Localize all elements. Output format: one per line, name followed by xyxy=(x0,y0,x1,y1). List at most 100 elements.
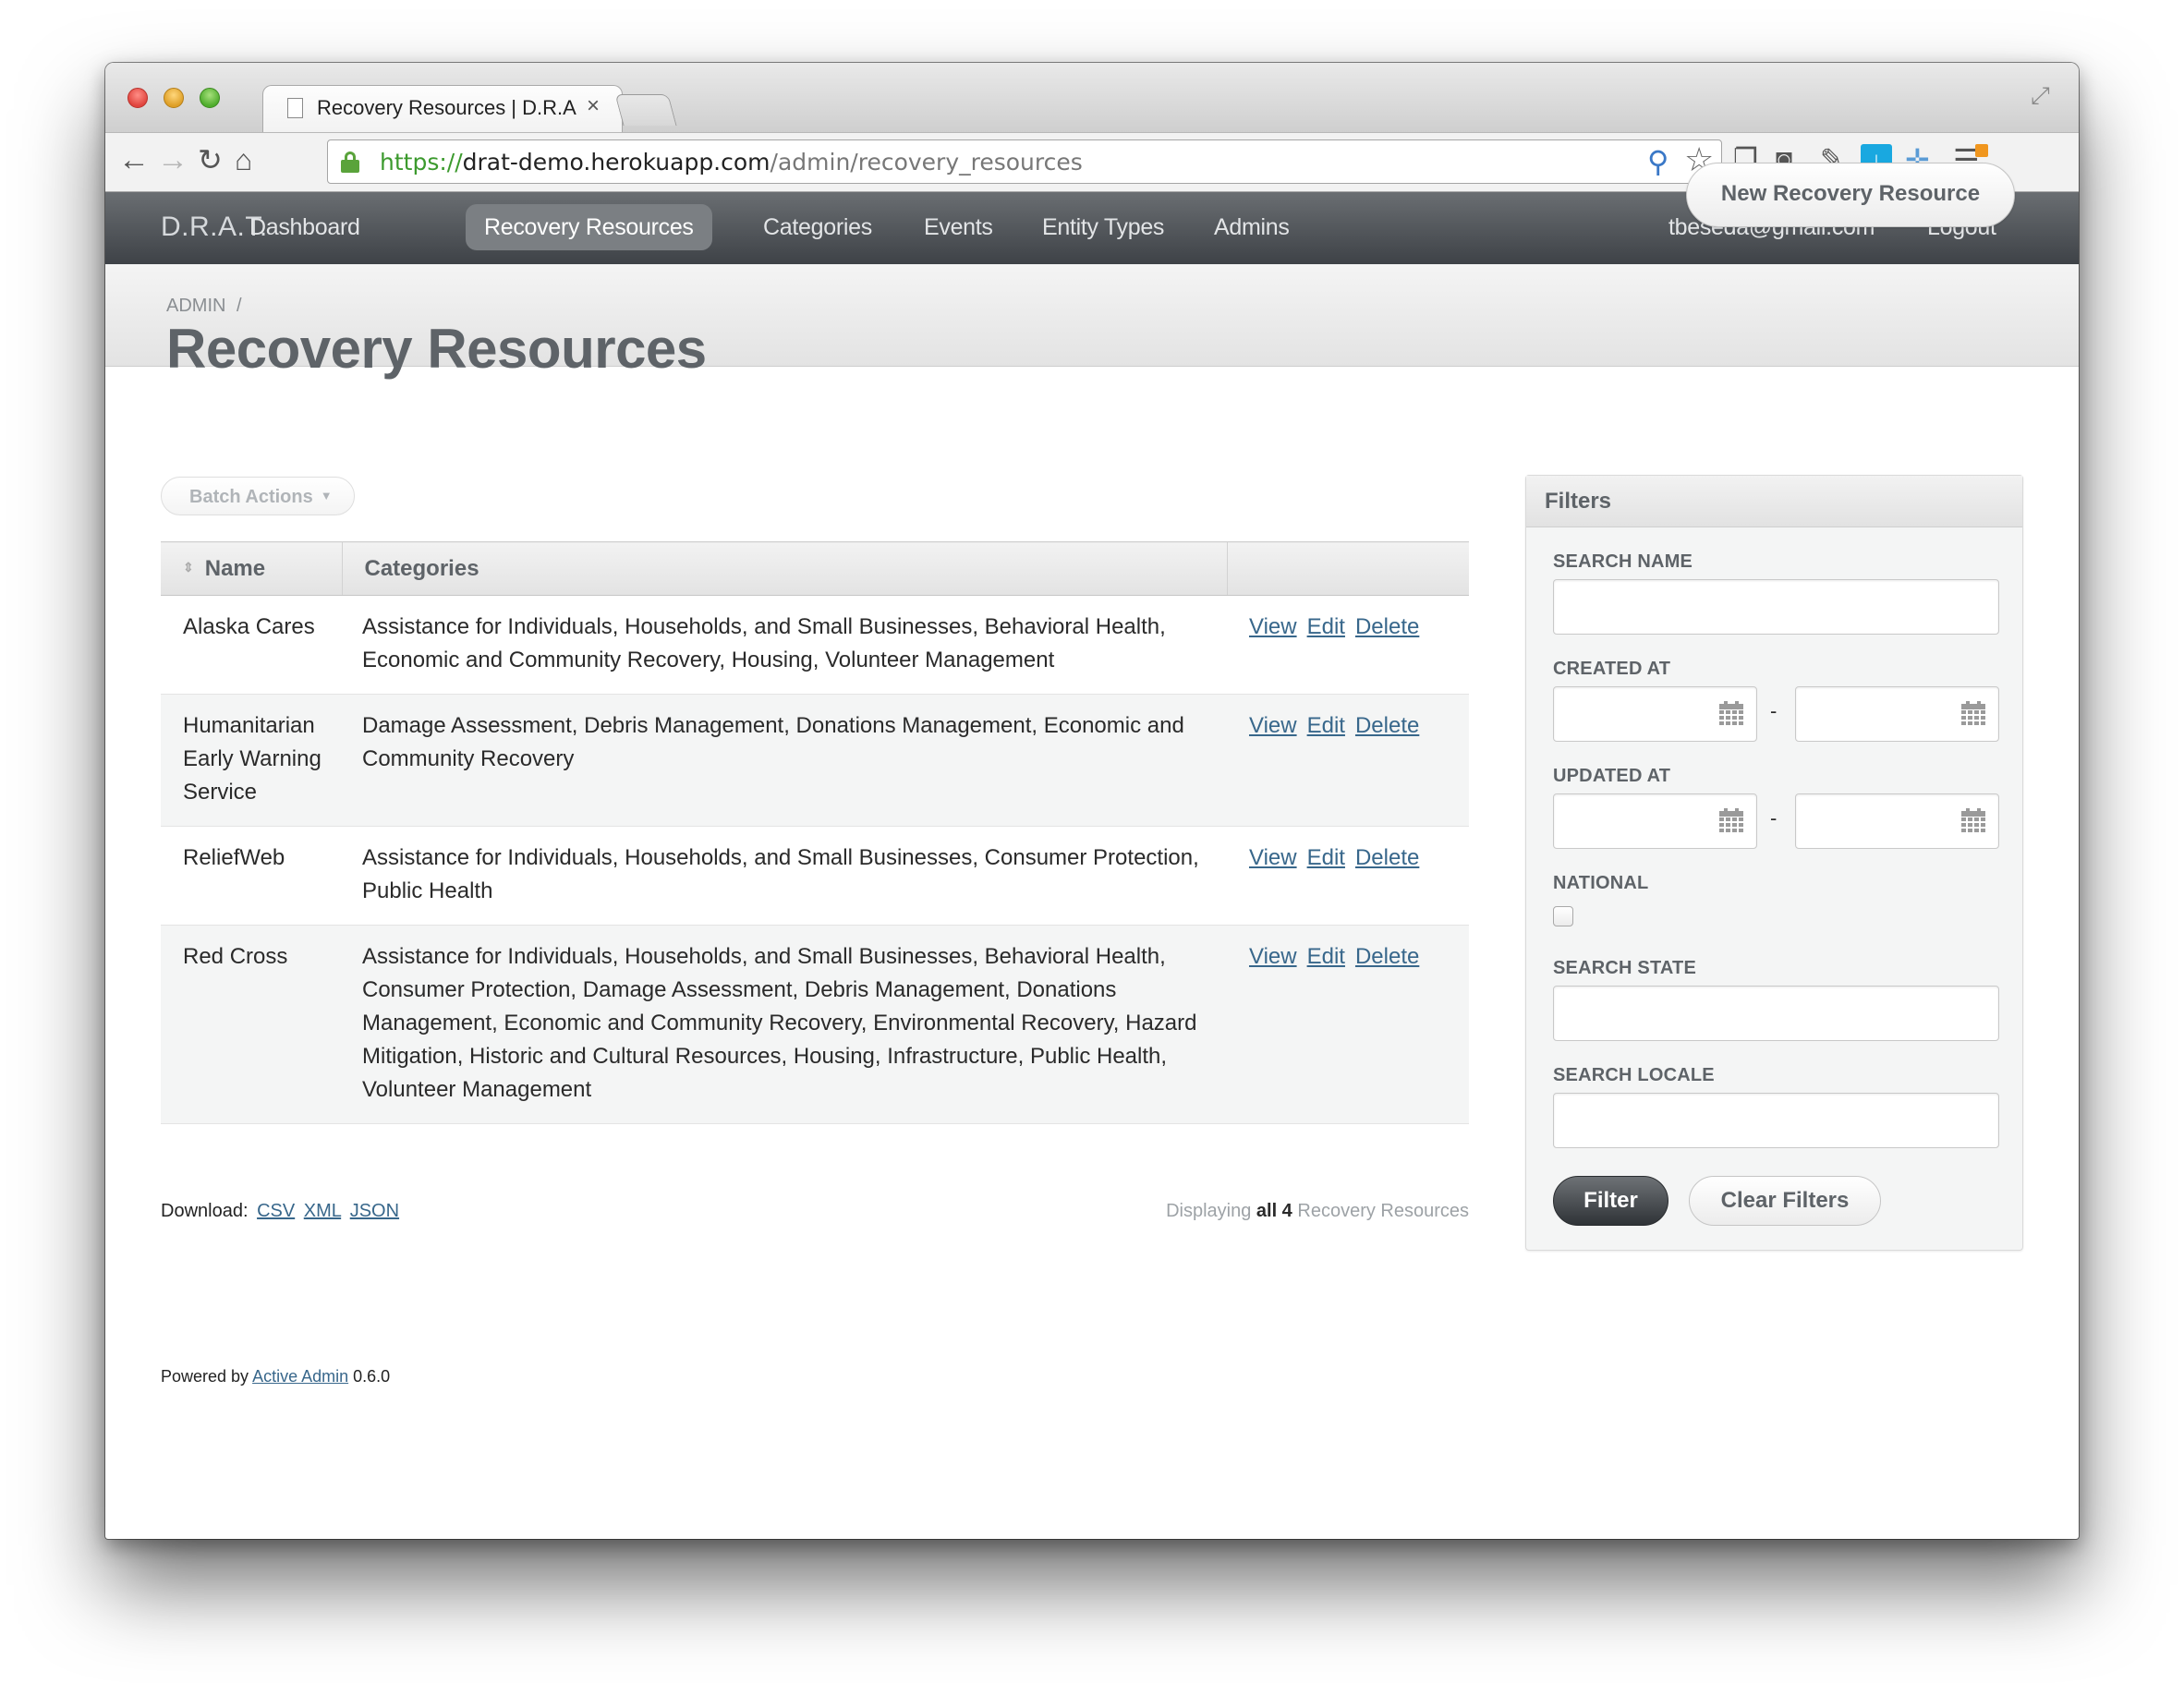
actions-column-header xyxy=(1227,541,1469,596)
footer: Powered by Active Admin 0.6.0 xyxy=(161,1367,391,1386)
created-at-label: CREATED AT xyxy=(1553,659,1671,679)
date-range-separator: - xyxy=(1770,699,1778,722)
title-bar: ADMIN / Recovery Resources xyxy=(105,264,2079,380)
table-row: Alaska Cares Assistance for Individuals,… xyxy=(161,595,1469,695)
filters-panel: Filters SEARCH NAME CREATED AT - UPDATED… xyxy=(1525,475,2023,1251)
nav-events[interactable]: Events xyxy=(905,204,1012,250)
batch-actions-button[interactable]: Batch Actions ▼ xyxy=(161,477,355,515)
nav-entity-types[interactable]: Entity Types xyxy=(1024,204,1183,250)
resource-name: ReliefWeb xyxy=(161,826,342,926)
browser-tab[interactable]: Recovery Resources | D.R.A.T. × xyxy=(262,85,623,133)
table-row: ReliefWeb Assistance for Individuals, Ho… xyxy=(161,826,1469,926)
minimize-window-button[interactable] xyxy=(164,88,184,108)
pagination-info: Displaying all 4 Recovery Resources xyxy=(1166,1201,1469,1221)
reload-icon[interactable]: ↻ xyxy=(198,141,223,178)
page-title: Recovery Resources xyxy=(166,318,707,380)
back-icon[interactable]: ← xyxy=(118,141,150,178)
updated-at-to-input[interactable] xyxy=(1795,793,1999,849)
resource-name: Alaska Cares xyxy=(161,595,342,695)
resource-categories: Assistance for Individuals, Households, … xyxy=(342,826,1227,926)
download-links: Download: CSV XML JSON xyxy=(161,1201,399,1222)
view-link[interactable]: View xyxy=(1249,845,1297,870)
new-tab-button[interactable] xyxy=(614,94,677,126)
breadcrumb: ADMIN / xyxy=(166,296,242,317)
search-name-label: SEARCH NAME xyxy=(1553,551,1693,572)
national-checkbox[interactable] xyxy=(1553,906,1573,926)
batch-actions-label: Batch Actions xyxy=(189,487,313,507)
row-actions: View Edit Delete xyxy=(1227,925,1469,1124)
url-text: https://drat-demo.herokuapp.com/admin/re… xyxy=(380,149,1083,176)
lock-icon xyxy=(341,151,359,173)
search-locale-label: SEARCH LOCALE xyxy=(1553,1065,1715,1085)
download-csv-link[interactable]: CSV xyxy=(257,1201,295,1221)
national-label: NATIONAL xyxy=(1553,873,1649,893)
delete-link[interactable]: Delete xyxy=(1355,713,1419,738)
row-actions: View Edit Delete xyxy=(1227,694,1469,827)
edit-link[interactable]: Edit xyxy=(1307,845,1345,870)
nav-recovery-resources[interactable]: Recovery Resources xyxy=(466,204,712,250)
created-at-to-input[interactable] xyxy=(1795,686,1999,742)
filters-title: Filters xyxy=(1526,476,2022,527)
download-json-link[interactable]: JSON xyxy=(350,1201,399,1221)
caret-down-icon: ▼ xyxy=(320,489,333,502)
download-xml-link[interactable]: XML xyxy=(304,1201,341,1221)
translate-icon[interactable]: ⚲ xyxy=(1647,144,1668,179)
page-icon xyxy=(287,98,303,118)
table-row: Humanitarian Early Warning Service Damag… xyxy=(161,694,1469,827)
close-window-button[interactable] xyxy=(127,88,148,108)
view-link[interactable]: View xyxy=(1249,614,1297,639)
nav-categories[interactable]: Categories xyxy=(745,204,891,250)
tab-close-icon[interactable]: × xyxy=(587,93,600,119)
nav-admins[interactable]: Admins xyxy=(1195,204,1308,250)
table-row: Red Cross Assistance for Individuals, Ho… xyxy=(161,925,1469,1124)
resource-name: Red Cross xyxy=(161,925,342,1124)
row-actions: View Edit Delete xyxy=(1227,595,1469,695)
search-state-label: SEARCH STATE xyxy=(1553,958,1696,978)
breadcrumb-separator: / xyxy=(237,296,242,316)
browser-window: Recovery Resources | D.R.A.T. × ⤢ ← → ↻ … xyxy=(105,63,2079,1539)
row-actions: View Edit Delete xyxy=(1227,826,1469,926)
warning-badge-icon xyxy=(1975,144,1988,157)
home-icon[interactable]: ⌂ xyxy=(235,141,252,178)
updated-at-from-input[interactable] xyxy=(1553,793,1757,849)
resource-categories: Assistance for Individuals, Households, … xyxy=(342,925,1227,1124)
download-label: Download: xyxy=(161,1201,249,1221)
nav-dashboard[interactable]: Dashboard xyxy=(231,204,379,250)
tab-strip: Recovery Resources | D.R.A.T. × ⤢ xyxy=(105,63,2079,133)
delete-link[interactable]: Delete xyxy=(1355,845,1419,870)
search-name-input[interactable] xyxy=(1553,579,1999,635)
updated-at-label: UPDATED AT xyxy=(1553,766,1671,786)
calendar-icon[interactable] xyxy=(1719,701,1743,725)
search-state-input[interactable] xyxy=(1553,986,1999,1041)
clear-filters-button[interactable]: Clear Filters xyxy=(1689,1176,1881,1226)
edit-link[interactable]: Edit xyxy=(1307,614,1345,639)
address-bar[interactable]: https://drat-demo.herokuapp.com/admin/re… xyxy=(327,139,1722,184)
resource-categories: Assistance for Individuals, Households, … xyxy=(342,595,1227,695)
delete-link[interactable]: Delete xyxy=(1355,944,1419,969)
edit-link[interactable]: Edit xyxy=(1307,713,1345,738)
forward-icon[interactable]: → xyxy=(157,141,188,178)
fullscreen-icon[interactable]: ⤢ xyxy=(2031,81,2050,111)
calendar-icon[interactable] xyxy=(1961,808,1985,832)
date-range-separator: - xyxy=(1770,806,1778,829)
delete-link[interactable]: Delete xyxy=(1355,614,1419,639)
resources-table: ⇕ Name Categories Alaska Cares Assistance… xyxy=(161,541,1469,1124)
view-link[interactable]: View xyxy=(1249,713,1297,738)
filter-button[interactable]: Filter xyxy=(1553,1176,1668,1226)
name-column-header[interactable]: ⇕ Name xyxy=(161,541,343,596)
breadcrumb-admin-link[interactable]: ADMIN xyxy=(166,296,225,316)
resource-name: Humanitarian Early Warning Service xyxy=(161,694,342,827)
edit-link[interactable]: Edit xyxy=(1307,944,1345,969)
zoom-window-button[interactable] xyxy=(200,88,220,108)
created-at-from-input[interactable] xyxy=(1553,686,1757,742)
calendar-icon[interactable] xyxy=(1961,701,1985,725)
calendar-icon[interactable] xyxy=(1719,808,1743,832)
categories-column-header: Categories xyxy=(342,541,1228,596)
active-admin-link[interactable]: Active Admin xyxy=(252,1367,348,1386)
view-link[interactable]: View xyxy=(1249,944,1297,969)
sort-icon: ⇕ xyxy=(183,559,194,575)
new-recovery-resource-button[interactable]: New Recovery Resource xyxy=(1686,163,2015,227)
resource-categories: Damage Assessment, Debris Management, Do… xyxy=(342,694,1227,827)
table-header-row: ⇕ Name Categories xyxy=(161,541,1469,596)
search-locale-input[interactable] xyxy=(1553,1093,1999,1148)
